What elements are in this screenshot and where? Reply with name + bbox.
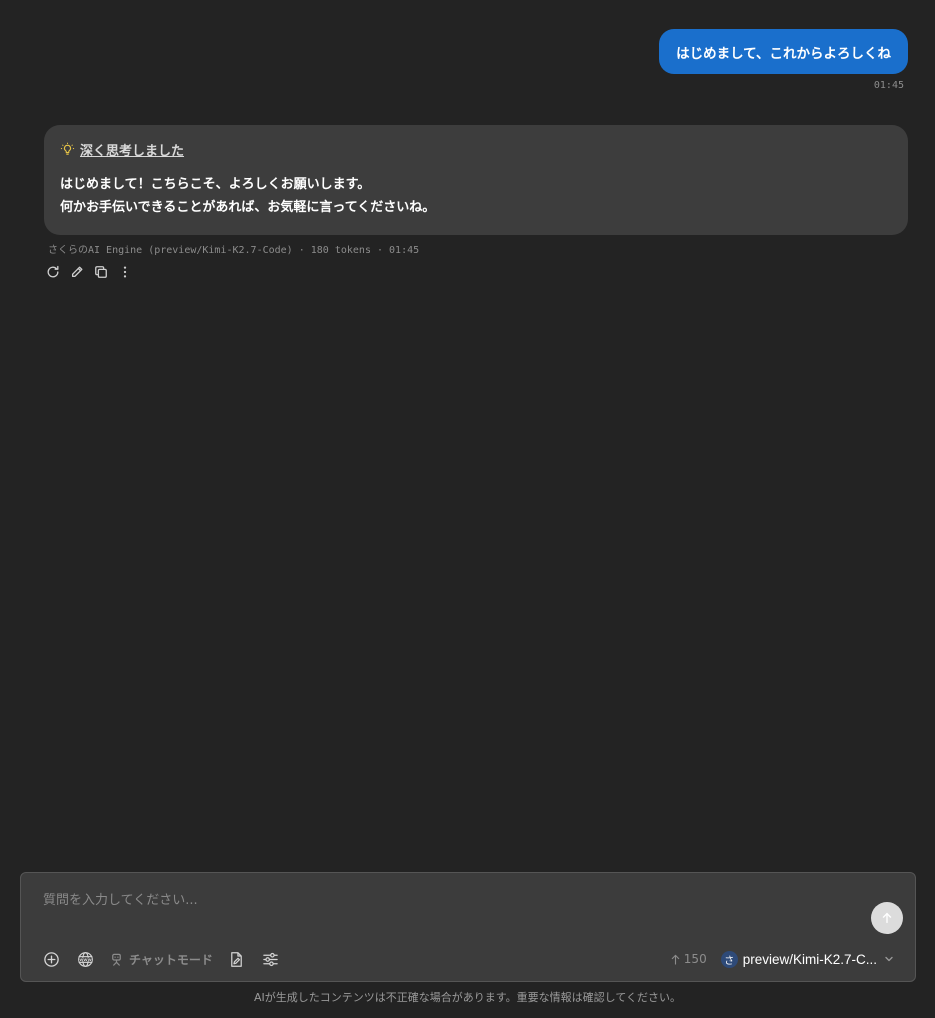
document-button[interactable] (227, 949, 247, 969)
copy-icon (95, 266, 107, 278)
assistant-message-line: はじめまして！こちらこそ、よろしくお願いします。 (60, 177, 371, 192)
arrow-up-icon (671, 954, 680, 965)
regenerate-button[interactable] (44, 263, 62, 281)
user-message-bubble: はじめまして、これからよろしくね (659, 29, 908, 74)
robot-icon (112, 953, 121, 966)
model-selector[interactable]: さ preview/Kimi-K2.7-C... (720, 950, 895, 968)
assistant-message-meta: さくらのAI Engine (preview/Kimi-K2.7-Code) ·… (48, 245, 420, 256)
assistant-message-bubble: 深く思考しました はじめまして！こちらこそ、よろしくお願いします。 何かお手伝い… (44, 125, 908, 235)
pencil-icon (71, 266, 83, 278)
chevron-down-icon (885, 956, 893, 962)
arrow-up-icon (882, 912, 892, 924)
plus-circle-icon (43, 951, 59, 967)
send-button[interactable] (871, 902, 903, 934)
more-vertical-icon (123, 266, 127, 278)
chat-mode-button[interactable]: チャットモード (109, 951, 213, 968)
user-message-text: はじめまして、これからよろしくね (676, 45, 891, 62)
message-composer: WWW チャットモード (20, 872, 916, 982)
message-input[interactable] (41, 888, 865, 912)
edit-button[interactable] (68, 263, 86, 281)
web-search-button[interactable]: WWW (75, 949, 95, 969)
composer-toolbar-right: 150 さ preview/Kimi-K2.7-C... (670, 949, 895, 969)
more-options-button[interactable] (116, 263, 134, 281)
chat-page: はじめまして、これからよろしくね 01:45 深く思考しました はじめまして！こ… (0, 0, 935, 1018)
ai-disclaimer: AIが生成したコンテンツは不正確な場合があります。重要な情報は確認してください。 (253, 991, 681, 1004)
token-counter: 150 (670, 952, 707, 966)
sliders-icon (263, 952, 279, 966)
assistant-message-line: 何かお手伝いできることがあれば、お気軽に言ってくださいね。 (60, 200, 436, 215)
composer-toolbar-left: WWW チャットモード (41, 949, 295, 969)
refresh-icon (47, 265, 59, 278)
assistant-message-actions (44, 263, 134, 281)
lightbulb-icon (60, 142, 75, 155)
chat-mode-label: チャットモード (129, 952, 213, 967)
user-message-time: 01:45 (873, 80, 904, 91)
token-count-value: 150 (683, 952, 707, 966)
globe-www-icon: WWW (77, 951, 93, 967)
thought-label[interactable]: 深く思考しました (80, 140, 184, 159)
model-avatar: さ (720, 950, 738, 968)
settings-button[interactable] (261, 949, 281, 969)
copy-button[interactable] (92, 263, 110, 281)
attach-button[interactable] (41, 949, 61, 969)
model-name: preview/Kimi-K2.7-C... (742, 951, 877, 967)
thought-toggle[interactable]: 深く思考しました (60, 139, 892, 159)
document-edit-icon (231, 951, 243, 967)
svg-text:WWW: WWW (79, 957, 92, 961)
